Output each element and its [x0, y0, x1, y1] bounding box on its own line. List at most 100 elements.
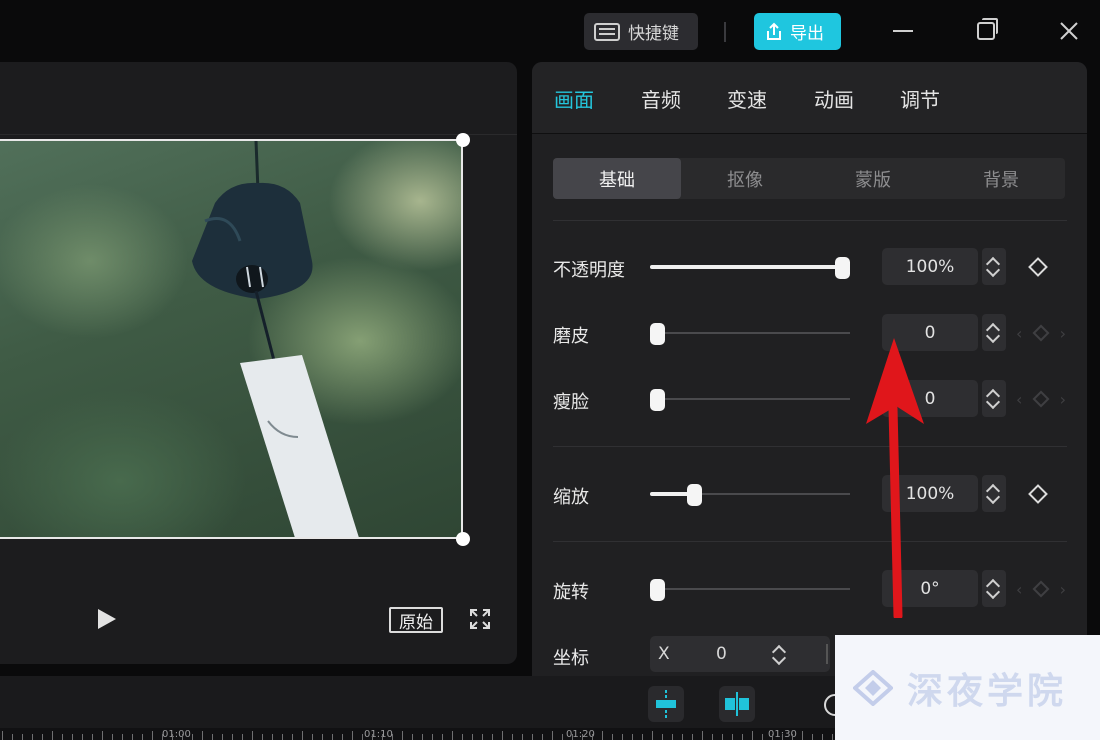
section-divider — [553, 541, 1067, 542]
shortcuts-button[interactable]: 快捷键 — [584, 13, 698, 50]
opacity-slider[interactable] — [650, 257, 850, 279]
stepper-icon[interactable] — [982, 380, 1006, 417]
subtab-basic[interactable]: 基础 — [553, 158, 681, 199]
smooth-skin-label: 磨皮 — [553, 326, 589, 347]
ruler-tick — [362, 734, 363, 740]
ruler-tick — [672, 734, 673, 740]
export-icon — [764, 22, 784, 42]
subtab-mask[interactable]: 蒙版 — [809, 158, 937, 199]
ruler-tick — [452, 731, 453, 740]
position-x-input[interactable]: X 0 — [650, 636, 830, 672]
slider-knob[interactable] — [687, 484, 702, 506]
slider-knob[interactable] — [650, 579, 665, 601]
opacity-input[interactable]: 100% — [882, 248, 978, 285]
maximize-button[interactable] — [969, 14, 1003, 48]
ruler-tick — [132, 734, 133, 740]
x-value: 0 — [716, 644, 727, 664]
ruler-tick — [72, 734, 73, 740]
freeze-button[interactable] — [648, 686, 684, 722]
export-label: 导出 — [790, 24, 824, 44]
ruler-tick — [712, 734, 713, 740]
ruler-label: 01:10 — [364, 729, 393, 740]
stepper-icon[interactable] — [982, 475, 1006, 512]
smooth-skin-slider[interactable] — [650, 323, 850, 345]
ruler-tick — [582, 734, 583, 740]
ruler-tick — [222, 734, 223, 740]
preview-divider — [0, 134, 517, 135]
title-bar: 快捷键 导出 — [0, 0, 1100, 62]
ruler-tick — [642, 734, 643, 740]
stepper-icon[interactable] — [768, 636, 792, 672]
ruler-label: 01:20 — [566, 729, 595, 740]
ruler-tick — [112, 734, 113, 740]
field-divider — [826, 644, 828, 664]
ruler-tick — [552, 731, 553, 740]
ruler-tick — [662, 734, 663, 740]
tab-animation[interactable]: 动画 — [814, 84, 854, 113]
ruler-tick — [62, 734, 63, 740]
stepper-icon[interactable] — [982, 314, 1006, 351]
subtab-background[interactable]: 背景 — [937, 158, 1065, 199]
keyframe-diamond-icon[interactable] — [1028, 484, 1048, 504]
ruler-tick — [772, 734, 773, 740]
play-icon[interactable] — [98, 609, 116, 629]
original-ratio-button[interactable]: 原始 — [389, 607, 443, 633]
ruler-tick — [532, 734, 533, 740]
tab-adjust[interactable]: 调节 — [900, 84, 940, 113]
close-button[interactable] — [1052, 14, 1086, 48]
ruler-tick — [282, 734, 283, 740]
keyframe-diamond-icon[interactable] — [1028, 257, 1048, 277]
slider-knob[interactable] — [650, 323, 665, 345]
ruler-tick — [332, 734, 333, 740]
ruler-tick — [472, 734, 473, 740]
ruler-tick — [172, 734, 173, 740]
ruler-tick — [782, 734, 783, 740]
properties-panel: 画面 音频 变速 动画 调节 基础 抠像 蒙版 背景 不透明度 100% 磨皮 … — [532, 62, 1087, 702]
ruler-tick — [202, 731, 203, 740]
scale-slider[interactable] — [650, 484, 850, 506]
tab-speed[interactable]: 变速 — [727, 84, 767, 113]
ruler-tick — [602, 731, 603, 740]
ruler-tick — [722, 734, 723, 740]
stepper-icon[interactable] — [982, 570, 1006, 607]
position-label: 坐标 — [553, 648, 589, 669]
resize-handle-bottom-right[interactable] — [456, 532, 470, 546]
resize-handle-top-right[interactable] — [456, 133, 470, 147]
section-divider — [553, 446, 1067, 447]
ruler-tick — [32, 734, 33, 740]
ruler-tick — [792, 734, 793, 740]
split-button[interactable] — [719, 686, 755, 722]
video-preview[interactable] — [0, 139, 463, 539]
ruler-tick — [52, 731, 53, 740]
tab-audio[interactable]: 音频 — [641, 84, 681, 113]
ruler-tick — [432, 734, 433, 740]
property-tabs: 画面 音频 变速 动画 调节 — [532, 62, 1087, 134]
ruler-tick — [242, 734, 243, 740]
stepper-icon[interactable] — [982, 248, 1006, 285]
watermark-text: 深夜学院 — [907, 670, 1068, 712]
minimize-icon — [893, 30, 913, 32]
subtab-cutout[interactable]: 抠像 — [681, 158, 809, 199]
keyframe-nav-icon: ‹ › — [1016, 579, 1066, 599]
keyframe-nav-icon: ‹ › — [1016, 389, 1066, 409]
close-icon — [1060, 22, 1078, 40]
watermark: 深夜学院 — [835, 635, 1100, 740]
ruler-tick — [292, 734, 293, 740]
ruler-tick — [102, 731, 103, 740]
export-button[interactable]: 导出 — [754, 13, 841, 50]
ruler-tick — [732, 734, 733, 740]
ruler-tick — [12, 734, 13, 740]
ruler-tick — [392, 734, 393, 740]
minimize-button[interactable] — [886, 14, 920, 48]
slider-knob[interactable] — [650, 389, 665, 411]
rotate-slider[interactable] — [650, 579, 850, 601]
sub-tabs: 基础 抠像 蒙版 背景 — [553, 158, 1065, 199]
fullscreen-icon[interactable] — [470, 609, 490, 629]
slider-knob[interactable] — [835, 257, 850, 279]
ruler-tick — [742, 734, 743, 740]
wind-chime-image — [192, 141, 359, 537]
ruler-tick — [462, 734, 463, 740]
ruler-tick — [42, 734, 43, 740]
slim-face-slider[interactable] — [650, 389, 850, 411]
tab-picture[interactable]: 画面 — [554, 84, 594, 113]
